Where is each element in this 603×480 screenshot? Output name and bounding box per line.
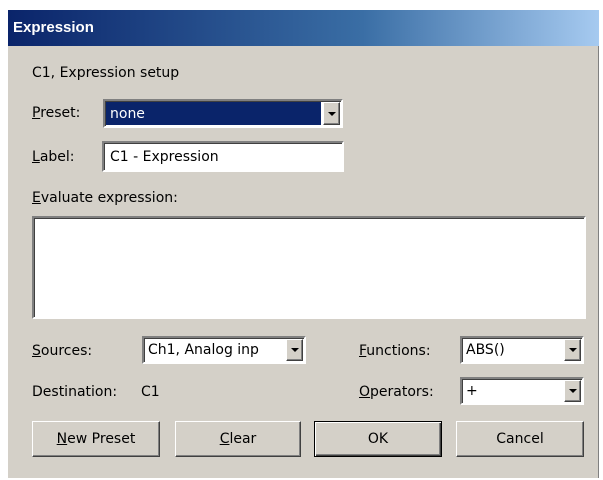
operators-value: + [466, 383, 478, 399]
window-title: Expression [13, 19, 94, 36]
new-preset-button[interactable]: New Preset [32, 421, 160, 457]
label-field-accel: L [32, 149, 40, 165]
functions-dropdown-button[interactable] [564, 339, 581, 361]
preset-label-accel: P [32, 105, 41, 121]
chevron-down-icon [290, 348, 299, 352]
new-preset-label: ew Preset [67, 431, 136, 447]
operators-label-accel: O [359, 384, 371, 400]
label-field-rest: abel: [39, 149, 75, 165]
sources-value: Ch1, Analog inp [148, 342, 259, 358]
evaluate-label-accel: E [32, 190, 41, 206]
destination-value: C1 [141, 384, 160, 400]
clear-label: lear [229, 431, 257, 447]
sources-dropdown-button[interactable] [286, 339, 303, 361]
functions-label: Functions: [359, 343, 431, 359]
expression-dialog: Expression C1, Expression setup Preset: … [8, 10, 599, 478]
preset-label-rest: reset: [40, 105, 81, 121]
operators-dropdown-button[interactable] [564, 380, 581, 402]
ok-button[interactable]: OK [314, 421, 442, 457]
chevron-down-icon [327, 111, 336, 116]
destination-label: Destination: [32, 384, 118, 400]
operators-dropdown[interactable]: + [460, 377, 584, 405]
preset-dropdown[interactable]: none [103, 99, 343, 128]
evaluate-label-rest: valuate expression: [40, 190, 178, 206]
sources-label-rest: ources: [40, 343, 93, 359]
functions-dropdown[interactable]: ABS() [460, 336, 584, 364]
chevron-down-icon [568, 389, 577, 393]
functions-value: ABS() [466, 342, 505, 358]
label-input-value: C1 - Expression [110, 148, 219, 165]
setup-subtitle: C1, Expression setup [32, 65, 180, 81]
preset-label: Preset: [32, 105, 80, 121]
ok-label: OK [367, 431, 389, 447]
clear-button[interactable]: Clear [175, 421, 301, 457]
sources-dropdown[interactable]: Ch1, Analog inp [142, 336, 306, 364]
cancel-label: Cancel [496, 431, 544, 447]
expression-textarea[interactable] [32, 216, 586, 319]
cancel-button[interactable]: Cancel [456, 421, 584, 457]
operators-label-rest: perators: [370, 384, 434, 400]
clear-accel: C [219, 431, 230, 447]
sources-label-accel: S [32, 343, 41, 359]
functions-label-rest: unctions: [366, 343, 431, 359]
sources-label: Sources: [32, 343, 92, 359]
label-input[interactable]: C1 - Expression [102, 141, 344, 172]
preset-value: none [110, 105, 145, 122]
preset-dropdown-button[interactable] [323, 102, 340, 125]
title-bar[interactable]: Expression [8, 10, 599, 46]
chevron-down-icon [568, 348, 577, 352]
operators-label: Operators: [359, 384, 434, 400]
new-preset-accel: N [56, 431, 68, 447]
evaluate-expression-label: Evaluate expression: [32, 190, 178, 206]
label-field-label: Label: [32, 149, 75, 165]
